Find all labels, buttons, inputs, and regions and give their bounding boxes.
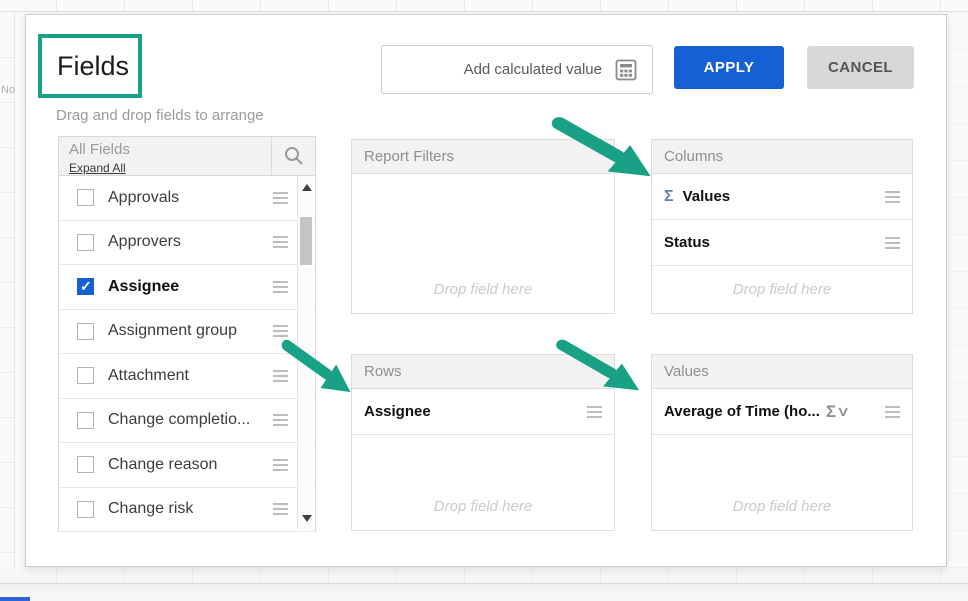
drag-handle-icon[interactable] — [273, 197, 288, 199]
columns-dropzone[interactable]: Σ Values Status Drop field here — [652, 174, 912, 314]
report-filters-dropzone[interactable]: Drop field here — [352, 174, 614, 314]
field-row-change-reason[interactable]: Change reason — [59, 443, 315, 488]
expand-all-link[interactable]: Expand All — [69, 161, 126, 175]
scroll-down-icon[interactable] — [302, 515, 312, 522]
cancel-button[interactable]: CANCEL — [807, 46, 914, 89]
values-header: Values — [652, 355, 912, 389]
field-row-assignee[interactable]: Assignee — [59, 265, 315, 310]
drag-handle-icon[interactable] — [273, 419, 288, 421]
checkbox-checked[interactable] — [77, 278, 94, 295]
field-label: Assignee — [108, 278, 179, 296]
columns-panel: Columns Σ Values Status Drop field here — [651, 139, 913, 314]
field-row-assignment-group[interactable]: Assignment group — [59, 310, 315, 355]
add-calculated-value-label: Add calculated value — [464, 61, 602, 78]
item-label: Status — [664, 234, 710, 251]
drag-handle-icon[interactable] — [273, 330, 288, 332]
values-dropzone[interactable]: Average of Time (ho... Σ ∨ Drop field he… — [652, 389, 912, 531]
checkbox[interactable] — [77, 323, 94, 340]
panel-title: Values — [664, 363, 709, 380]
checkbox[interactable] — [77, 367, 94, 384]
item-label: Average of Time (ho... — [664, 403, 820, 420]
checkbox[interactable] — [77, 412, 94, 429]
field-row-attachment[interactable]: Attachment — [59, 354, 315, 399]
dialog-title: Fields — [42, 51, 129, 82]
values-item-average-of-time[interactable]: Average of Time (ho... Σ ∨ — [652, 389, 912, 435]
field-row-approvers[interactable]: Approvers — [59, 221, 315, 266]
field-label: Attachment — [108, 367, 189, 385]
drop-hint: Drop field here — [652, 281, 912, 298]
field-label: Change completio... — [108, 411, 250, 429]
checkbox[interactable] — [77, 189, 94, 206]
rows-header: Rows — [352, 355, 614, 389]
fields-dialog: Fields Drag and drop fields to arrange A… — [25, 14, 947, 567]
calculator-icon — [615, 59, 637, 81]
checkbox[interactable] — [77, 234, 94, 251]
all-fields-panel: All Fields Expand All Approvals Approver… — [58, 136, 316, 532]
report-filters-header: Report Filters — [352, 140, 614, 174]
background-table-header — [0, 0, 968, 12]
rows-dropzone[interactable]: Assignee Drop field here — [352, 389, 614, 531]
scrollbar-thumb[interactable] — [300, 217, 312, 265]
field-label: Approvals — [108, 189, 179, 207]
apply-button[interactable]: APPLY — [674, 46, 784, 89]
drag-handle-icon[interactable] — [273, 241, 288, 243]
checkbox[interactable] — [77, 501, 94, 518]
background-table-left-gutter — [0, 13, 15, 601]
list-scrollbar[interactable] — [297, 176, 314, 530]
drag-handle-icon[interactable] — [885, 411, 900, 413]
drag-handle-icon[interactable] — [885, 242, 900, 244]
search-icon — [283, 145, 305, 167]
dialog-subtitle: Drag and drop fields to arrange — [56, 107, 264, 124]
field-row-change-completion[interactable]: Change completio... — [59, 399, 315, 444]
rows-panel: Rows Assignee Drop field here — [351, 354, 615, 531]
columns-header: Columns — [652, 140, 912, 174]
chevron-down-icon[interactable]: ∨ — [836, 403, 850, 420]
background-blue-strip — [0, 597, 30, 601]
drag-handle-icon[interactable] — [273, 286, 288, 288]
panel-title: Report Filters — [364, 148, 454, 165]
sigma-icon: Σ — [664, 188, 674, 206]
report-filters-panel: Report Filters Drop field here — [351, 139, 615, 314]
all-fields-header: All Fields Expand All — [58, 136, 316, 176]
search-button[interactable] — [271, 137, 315, 175]
sigma-icon: Σ — [826, 402, 836, 422]
background-row-label: No — [1, 84, 15, 96]
field-label: Change reason — [108, 456, 217, 474]
drag-handle-icon[interactable] — [885, 196, 900, 198]
field-label: Change risk — [108, 500, 193, 518]
panel-title: Columns — [664, 148, 723, 165]
drop-hint: Drop field here — [652, 498, 912, 515]
fields-list: Approvals Approvers Assignee Assignment … — [58, 176, 316, 532]
field-label: Assignment group — [108, 322, 237, 340]
add-calculated-value-button[interactable]: Add calculated value — [381, 45, 653, 94]
drop-hint: Drop field here — [352, 281, 614, 298]
drag-handle-icon[interactable] — [273, 464, 288, 466]
drag-handle-icon[interactable] — [587, 411, 602, 413]
checkbox[interactable] — [77, 456, 94, 473]
columns-item-status[interactable]: Status — [652, 220, 912, 266]
field-row-change-risk[interactable]: Change risk — [59, 488, 315, 533]
columns-item-values[interactable]: Σ Values — [652, 174, 912, 220]
background-table-right-edge — [949, 13, 968, 601]
field-label: Approvers — [108, 233, 181, 251]
drop-hint: Drop field here — [352, 498, 614, 515]
drag-handle-icon[interactable] — [273, 375, 288, 377]
item-label: Assignee — [364, 403, 431, 420]
panel-title: Rows — [364, 363, 402, 380]
background-divider — [0, 583, 968, 601]
item-label: Values — [683, 188, 731, 205]
scroll-up-icon[interactable] — [302, 184, 312, 191]
fields-title-highlight: Fields — [38, 34, 142, 98]
field-row-approvals[interactable]: Approvals — [59, 176, 315, 221]
values-panel: Values Average of Time (ho... Σ ∨ Drop f… — [651, 354, 913, 531]
rows-item-assignee[interactable]: Assignee — [352, 389, 614, 435]
drag-handle-icon[interactable] — [273, 508, 288, 510]
